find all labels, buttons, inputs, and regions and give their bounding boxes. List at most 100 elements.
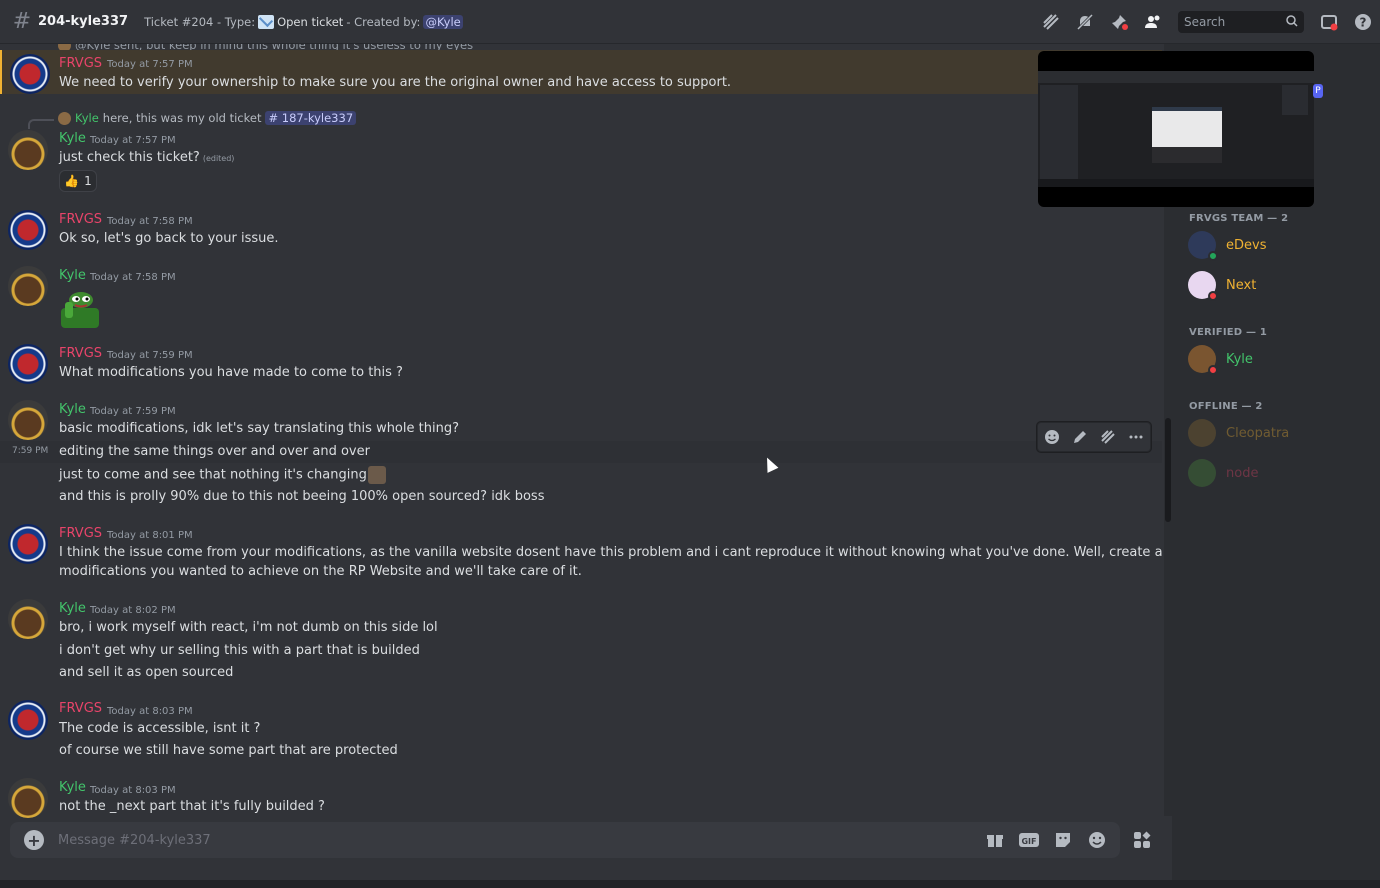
reply-spine xyxy=(28,119,54,129)
message-input[interactable]: Message #204-kyle337 xyxy=(58,833,978,848)
help-icon[interactable]: ? xyxy=(1352,11,1374,33)
message-kyle-1: Kyle here, this was my old ticket # 187-… xyxy=(0,108,1162,198)
message-action-toolbar xyxy=(1037,422,1151,452)
message-text: We need to verify your ownership to make… xyxy=(59,75,732,90)
reply-reference[interactable]: Kyle here, this was my old ticket # 187-… xyxy=(58,111,357,125)
inbox-icon[interactable] xyxy=(1318,11,1340,33)
channel-header: # 204-kyle337 Ticket #204 - Type: Open t… xyxy=(0,0,1380,44)
reply-avatar xyxy=(58,111,71,125)
avatar-kyle[interactable] xyxy=(8,778,48,818)
avatar-frvgs[interactable] xyxy=(10,54,50,94)
mute-bell-icon[interactable] xyxy=(1074,11,1096,33)
avatar-kyle[interactable] xyxy=(8,400,48,440)
message-frvgs-2: FRVGS Today at 7:58 PM Ok so, let's go b… xyxy=(0,208,1162,252)
more-options-icon[interactable] xyxy=(1127,428,1145,446)
timestamp: Today at 8:03 PM xyxy=(90,785,176,796)
reply-author: Kyle xyxy=(75,111,99,125)
edited-label: (edited) xyxy=(202,154,235,163)
message-text: just to come and see that nothing it's c… xyxy=(59,466,386,484)
preview-sidebar xyxy=(1040,85,1078,181)
member-name: node xyxy=(1226,465,1259,481)
timestamp: Today at 7:59 PM xyxy=(90,406,176,417)
attach-plus-icon[interactable]: + xyxy=(24,830,44,850)
channel-hash-icon: # xyxy=(12,9,32,34)
threads-icon[interactable] xyxy=(1040,11,1062,33)
avatar-kyle[interactable] xyxy=(8,266,48,306)
message-text: i don't get why ur selling this with a p… xyxy=(59,643,420,658)
message-frvgs-4: FRVGS Today at 8:01 PM I think the issue… xyxy=(0,521,1162,583)
avatar-frvgs[interactable] xyxy=(8,524,48,564)
message-frvgs-3: FRVGS Today at 7:59 PM What modification… xyxy=(0,342,1162,386)
members-icon[interactable] xyxy=(1142,11,1164,33)
message-frvgs-5: FRVGS Today at 8:03 PM The code is acces… xyxy=(0,698,1162,768)
reaction-count: 1 xyxy=(84,174,92,188)
avatar xyxy=(1188,419,1216,447)
member-next[interactable]: Next xyxy=(1188,269,1368,301)
message-text-content: just check this ticket? xyxy=(59,150,200,165)
author-name[interactable]: Kyle xyxy=(59,402,86,417)
author-name[interactable]: FRVGS xyxy=(59,346,102,361)
pepe-thumbs-up-sticker[interactable] xyxy=(59,290,101,328)
hover-timestamp: 7:59 PM xyxy=(12,446,49,456)
member-cleopatra[interactable]: Cleopatra xyxy=(1188,417,1368,449)
avatar-kyle[interactable] xyxy=(8,599,48,639)
author-name[interactable]: FRVGS xyxy=(59,56,102,71)
message-kyle-3: Kyle Today at 7:59 PM basic modification… xyxy=(0,398,1162,508)
avatar xyxy=(1188,271,1218,301)
channel-link[interactable]: # 187-kyle337 xyxy=(265,111,357,125)
member-kyle[interactable]: Kyle xyxy=(1188,343,1368,375)
edit-pencil-icon[interactable] xyxy=(1071,428,1089,446)
avatar-frvgs[interactable] xyxy=(8,344,48,384)
topic-prefix: Ticket #204 - Type: xyxy=(144,14,256,29)
search-icon xyxy=(1286,14,1298,30)
topic-mention[interactable]: @Kyle xyxy=(423,14,463,29)
member-name: Cleopatra xyxy=(1226,425,1290,441)
timestamp: Today at 7:58 PM xyxy=(90,272,176,283)
author-name[interactable]: Kyle xyxy=(59,601,86,616)
scrollbar-thumb[interactable] xyxy=(1165,418,1171,522)
search-input[interactable]: Search xyxy=(1178,11,1304,33)
message-composer[interactable]: + Message #204-kyle337 GIF xyxy=(10,822,1120,858)
author-name[interactable]: FRVGS xyxy=(59,526,102,541)
message-kyle-5: Kyle Today at 8:03 PM not the _next part… xyxy=(0,776,1162,818)
svg-text:GIF: GIF xyxy=(1021,837,1036,846)
author-name[interactable]: FRVGS xyxy=(59,212,102,227)
member-name: Next xyxy=(1226,277,1257,293)
reaction-thumbs-up[interactable]: 👍 1 xyxy=(59,170,97,192)
thread-icon[interactable] xyxy=(1099,428,1117,446)
avatar-frvgs[interactable] xyxy=(8,210,48,250)
avatar-frvgs[interactable] xyxy=(8,700,48,740)
avatar xyxy=(1188,459,1216,487)
member-edevs[interactable]: eDevs xyxy=(1188,229,1368,261)
add-reaction-icon[interactable] xyxy=(1043,428,1061,446)
message-text: What modifications you have made to come… xyxy=(59,365,403,380)
channel-topic: Ticket #204 - Type: Open ticket - Create… xyxy=(144,14,463,29)
preview-menubar xyxy=(1038,71,1314,83)
search-placeholder: Search xyxy=(1184,15,1226,29)
author-name[interactable]: Kyle xyxy=(59,131,86,146)
gif-icon[interactable]: GIF xyxy=(1017,828,1041,852)
preview-pane xyxy=(1152,147,1222,163)
message-text: editing the same things over and over an… xyxy=(59,444,370,459)
member-name: eDevs xyxy=(1226,237,1267,253)
gift-icon[interactable] xyxy=(983,828,1007,852)
apps-icon[interactable] xyxy=(1124,822,1160,858)
member-node[interactable]: node xyxy=(1188,457,1368,489)
sticker-icon[interactable] xyxy=(1051,828,1075,852)
message-text: modifications you wanted to achieve on t… xyxy=(59,564,582,579)
channel-name: 204-kyle337 xyxy=(38,14,129,29)
screen-share-preview[interactable] xyxy=(1038,51,1314,207)
message-text: I think the issue come from your modific… xyxy=(59,545,1162,560)
message-text: and this is prolly 90% due to this not b… xyxy=(59,489,545,504)
author-name[interactable]: FRVGS xyxy=(59,701,102,716)
avatar-kyle[interactable] xyxy=(8,130,48,170)
status-online-icon xyxy=(1208,251,1218,261)
author-name[interactable]: Kyle xyxy=(59,268,86,283)
status-dnd-icon xyxy=(1208,365,1218,375)
emoji-icon[interactable] xyxy=(1085,828,1109,852)
section-offline: OFFLINE — 2 xyxy=(1189,401,1263,412)
author-name[interactable]: Kyle xyxy=(59,780,86,795)
message-list[interactable]: @Kyle sent, but keep in mind this whole … xyxy=(0,44,1162,818)
pinned-icon[interactable] xyxy=(1108,11,1130,33)
thumbs-up-icon: 👍 xyxy=(64,174,80,188)
